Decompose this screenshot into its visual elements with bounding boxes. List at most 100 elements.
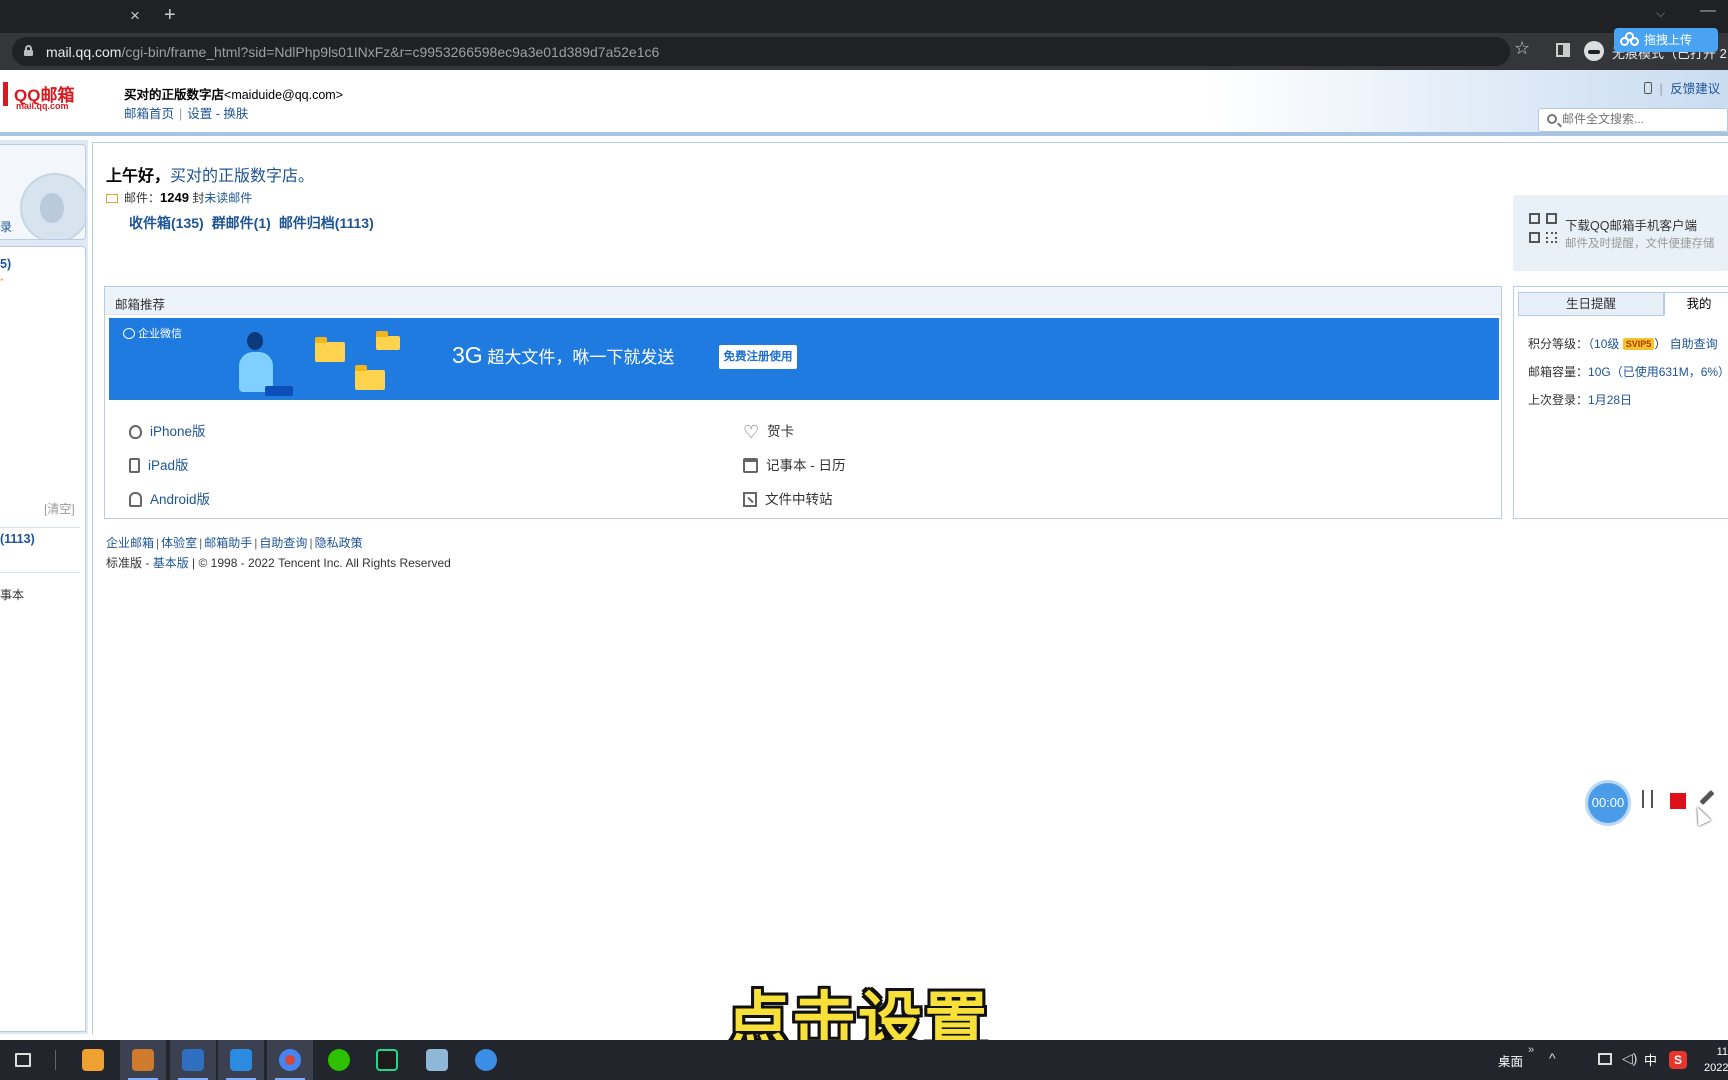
mail-header: QQ邮箱 mail.qq.com 买对的正版数字店<maiduide@qq.co… xyxy=(0,70,1728,136)
edition-basic-link[interactable]: 基本版 xyxy=(153,556,189,570)
taskbar-notepad[interactable] xyxy=(414,1040,460,1080)
lock-icon[interactable] xyxy=(24,45,33,56)
pycharm-icon xyxy=(376,1049,398,1071)
app-iphone-link[interactable]: iPhone版 xyxy=(129,420,206,440)
level-value[interactable]: （10级 xyxy=(1588,337,1619,351)
divider xyxy=(55,1050,56,1070)
svip-badge[interactable]: SVIP5 xyxy=(1622,338,1655,350)
banner-text-big: 3G xyxy=(452,342,483,368)
input-method-indicator[interactable]: 中 xyxy=(1644,1050,1657,1069)
minimize-icon[interactable]: — xyxy=(1700,2,1716,20)
sidebar-login-link[interactable]: 录 xyxy=(0,218,12,235)
footer-link-selfquery[interactable]: 自助查询 xyxy=(259,536,307,550)
sogou-ime-icon[interactable]: S xyxy=(1669,1051,1687,1069)
sidebar-item-archive[interactable]: (1113) xyxy=(0,532,35,546)
incognito-icon[interactable] xyxy=(1584,41,1604,61)
greeting-card-link[interactable]: ♡ 贺卡 xyxy=(743,420,794,443)
greeting-card-label: 贺卡 xyxy=(767,424,795,439)
url-text[interactable]: mail.qq.com/cgi-bin/frame_html?sid=NdlPh… xyxy=(46,44,659,60)
taskbar-store-app[interactable] xyxy=(218,1040,264,1080)
taskbar-chrome[interactable] xyxy=(267,1040,313,1080)
sidebar-item-inbox[interactable]: 5) xyxy=(0,257,11,271)
taskbar-mail-app[interactable] xyxy=(170,1040,216,1080)
level-row: 积分等级：（10级 SVIP5） 自助查询 xyxy=(1528,335,1718,352)
taskbar-media-player[interactable] xyxy=(70,1040,116,1080)
logo-bar xyxy=(3,82,8,106)
level-label: 积分等级： xyxy=(1528,337,1589,351)
stop-icon[interactable] xyxy=(1670,793,1686,809)
mail-home-link[interactable]: 邮箱首页 xyxy=(124,107,174,121)
pause-icon[interactable] xyxy=(1640,790,1656,810)
new-tab-icon[interactable]: + xyxy=(164,4,176,26)
skin-link[interactable]: 换肤 xyxy=(223,107,248,121)
account-email: <maiduide@qq.com> xyxy=(224,88,344,102)
recommend-panel: 邮箱推荐 企业微信 3G 超大文件，咻一下就发送 免费注册使用 iPhone版 … xyxy=(104,286,1502,519)
greeting-prefix: 上午好， xyxy=(106,168,171,185)
task-view-button[interactable] xyxy=(0,1040,46,1080)
recommend-title: 邮箱推荐 xyxy=(115,298,166,312)
footer-copyright: 标准版 - 基本版 | © 1998 - 2022 Tencent Inc. A… xyxy=(106,554,451,571)
wework-logo: 企业微信 xyxy=(123,325,182,341)
footer-link-lab[interactable]: 体验室 xyxy=(161,536,197,550)
calendar-icon xyxy=(743,458,758,473)
footer-link-assistant[interactable]: 邮箱助手 xyxy=(204,536,252,550)
header-links: 邮箱首页 | 设置 - 换肤 xyxy=(124,103,248,122)
greeting-name[interactable]: 买对的正版数字店。 xyxy=(170,168,314,185)
footer-link-enterprise[interactable]: 企业邮箱 xyxy=(106,536,154,550)
wework-banner[interactable]: 企业微信 3G 超大文件，咻一下就发送 免费注册使用 xyxy=(109,318,1499,400)
free-register-button[interactable]: 免费注册使用 xyxy=(719,345,797,369)
avatar[interactable] xyxy=(20,173,85,239)
notepad-icon xyxy=(426,1049,448,1071)
desktop-toolbar-label[interactable]: 桌面 xyxy=(1498,1051,1523,1070)
phone-icon[interactable] xyxy=(1644,82,1652,94)
side-panel-icon[interactable] xyxy=(1556,43,1570,57)
edition-standard: 标准版 xyxy=(106,556,143,570)
tab-mine[interactable]: 我的 xyxy=(1664,292,1728,316)
mail-label: 邮件： xyxy=(124,191,161,205)
settings-link[interactable]: 设置 xyxy=(187,107,212,121)
app-android-link[interactable]: Android版 xyxy=(129,488,210,508)
network-icon[interactable] xyxy=(1598,1053,1612,1065)
footer-link-privacy[interactable]: 隐私政策 xyxy=(315,536,363,550)
clear-trash-link[interactable]: [清空] xyxy=(44,500,75,517)
app-download-card[interactable]: 下载QQ邮箱手机客户端 邮件及时提醒，文件便捷存储 xyxy=(1513,195,1728,271)
taskbar-feishu[interactable] xyxy=(463,1040,509,1080)
notebook-calendar-link[interactable]: 记事本 - 日历 xyxy=(743,454,846,474)
divider: | xyxy=(1659,82,1663,96)
app-grid-icon xyxy=(132,1049,154,1071)
chevron-right-icon[interactable]: » xyxy=(1528,1044,1534,1056)
folder-archive-link[interactable]: 邮件归档(1113) xyxy=(279,215,374,231)
tab-close-icon[interactable]: × xyxy=(126,6,144,26)
taskbar-clock[interactable]: 11 2022 xyxy=(1704,1044,1728,1076)
capacity-label: 邮箱容量： xyxy=(1528,365,1589,379)
divider xyxy=(0,527,80,528)
wework-logo-text: 企业微信 xyxy=(138,328,182,340)
file-transfer-link[interactable]: 文件中转站 xyxy=(743,488,833,508)
banner-illustration xyxy=(227,328,307,400)
sidebar-item-notebook[interactable]: 事本 xyxy=(0,586,24,603)
taskbar-wechat[interactable] xyxy=(316,1040,362,1080)
unread-mail-link[interactable]: 未读邮件 xyxy=(204,191,252,205)
tab-birthday[interactable]: 生日提醒 xyxy=(1518,292,1664,316)
taskbar-app-grid[interactable] xyxy=(120,1040,166,1080)
mail-summary: 邮件：1249 封未读邮件 xyxy=(106,189,252,206)
search-input[interactable] xyxy=(1562,112,1722,126)
self-query-link[interactable]: 自助查询 xyxy=(1670,337,1718,351)
bookmark-star-icon[interactable]: ☆ xyxy=(1514,38,1530,59)
capacity-value[interactable]: 10G（已使用631M，6%） xyxy=(1588,365,1728,379)
last-login-value[interactable]: 1月28日 xyxy=(1588,393,1632,407)
search-icon[interactable] xyxy=(1547,114,1557,124)
taskbar-pycharm[interactable] xyxy=(364,1040,410,1080)
volume-icon[interactable]: ◁) xyxy=(1622,1050,1637,1067)
folder-group-link[interactable]: 群邮件(1) xyxy=(212,215,271,231)
chevron-up-icon[interactable]: ^ xyxy=(1549,1050,1556,1066)
url-field[interactable]: mail.qq.com/cgi-bin/frame_html?sid=NdlPh… xyxy=(12,37,1510,66)
folder-inbox-link[interactable]: 收件箱(135) xyxy=(129,215,204,231)
recorder-timer[interactable]: 00:00 xyxy=(1585,780,1631,826)
tab-search-chevron-icon[interactable]: ⌵ xyxy=(1656,6,1665,21)
search-box[interactable] xyxy=(1538,108,1728,132)
drag-upload-button[interactable]: 拖拽上传 xyxy=(1614,28,1718,52)
feedback-link[interactable]: 反馈建议 xyxy=(1670,82,1720,96)
clock-date: 2022 xyxy=(1704,1062,1728,1074)
app-ipad-link[interactable]: iPad版 xyxy=(129,454,189,474)
